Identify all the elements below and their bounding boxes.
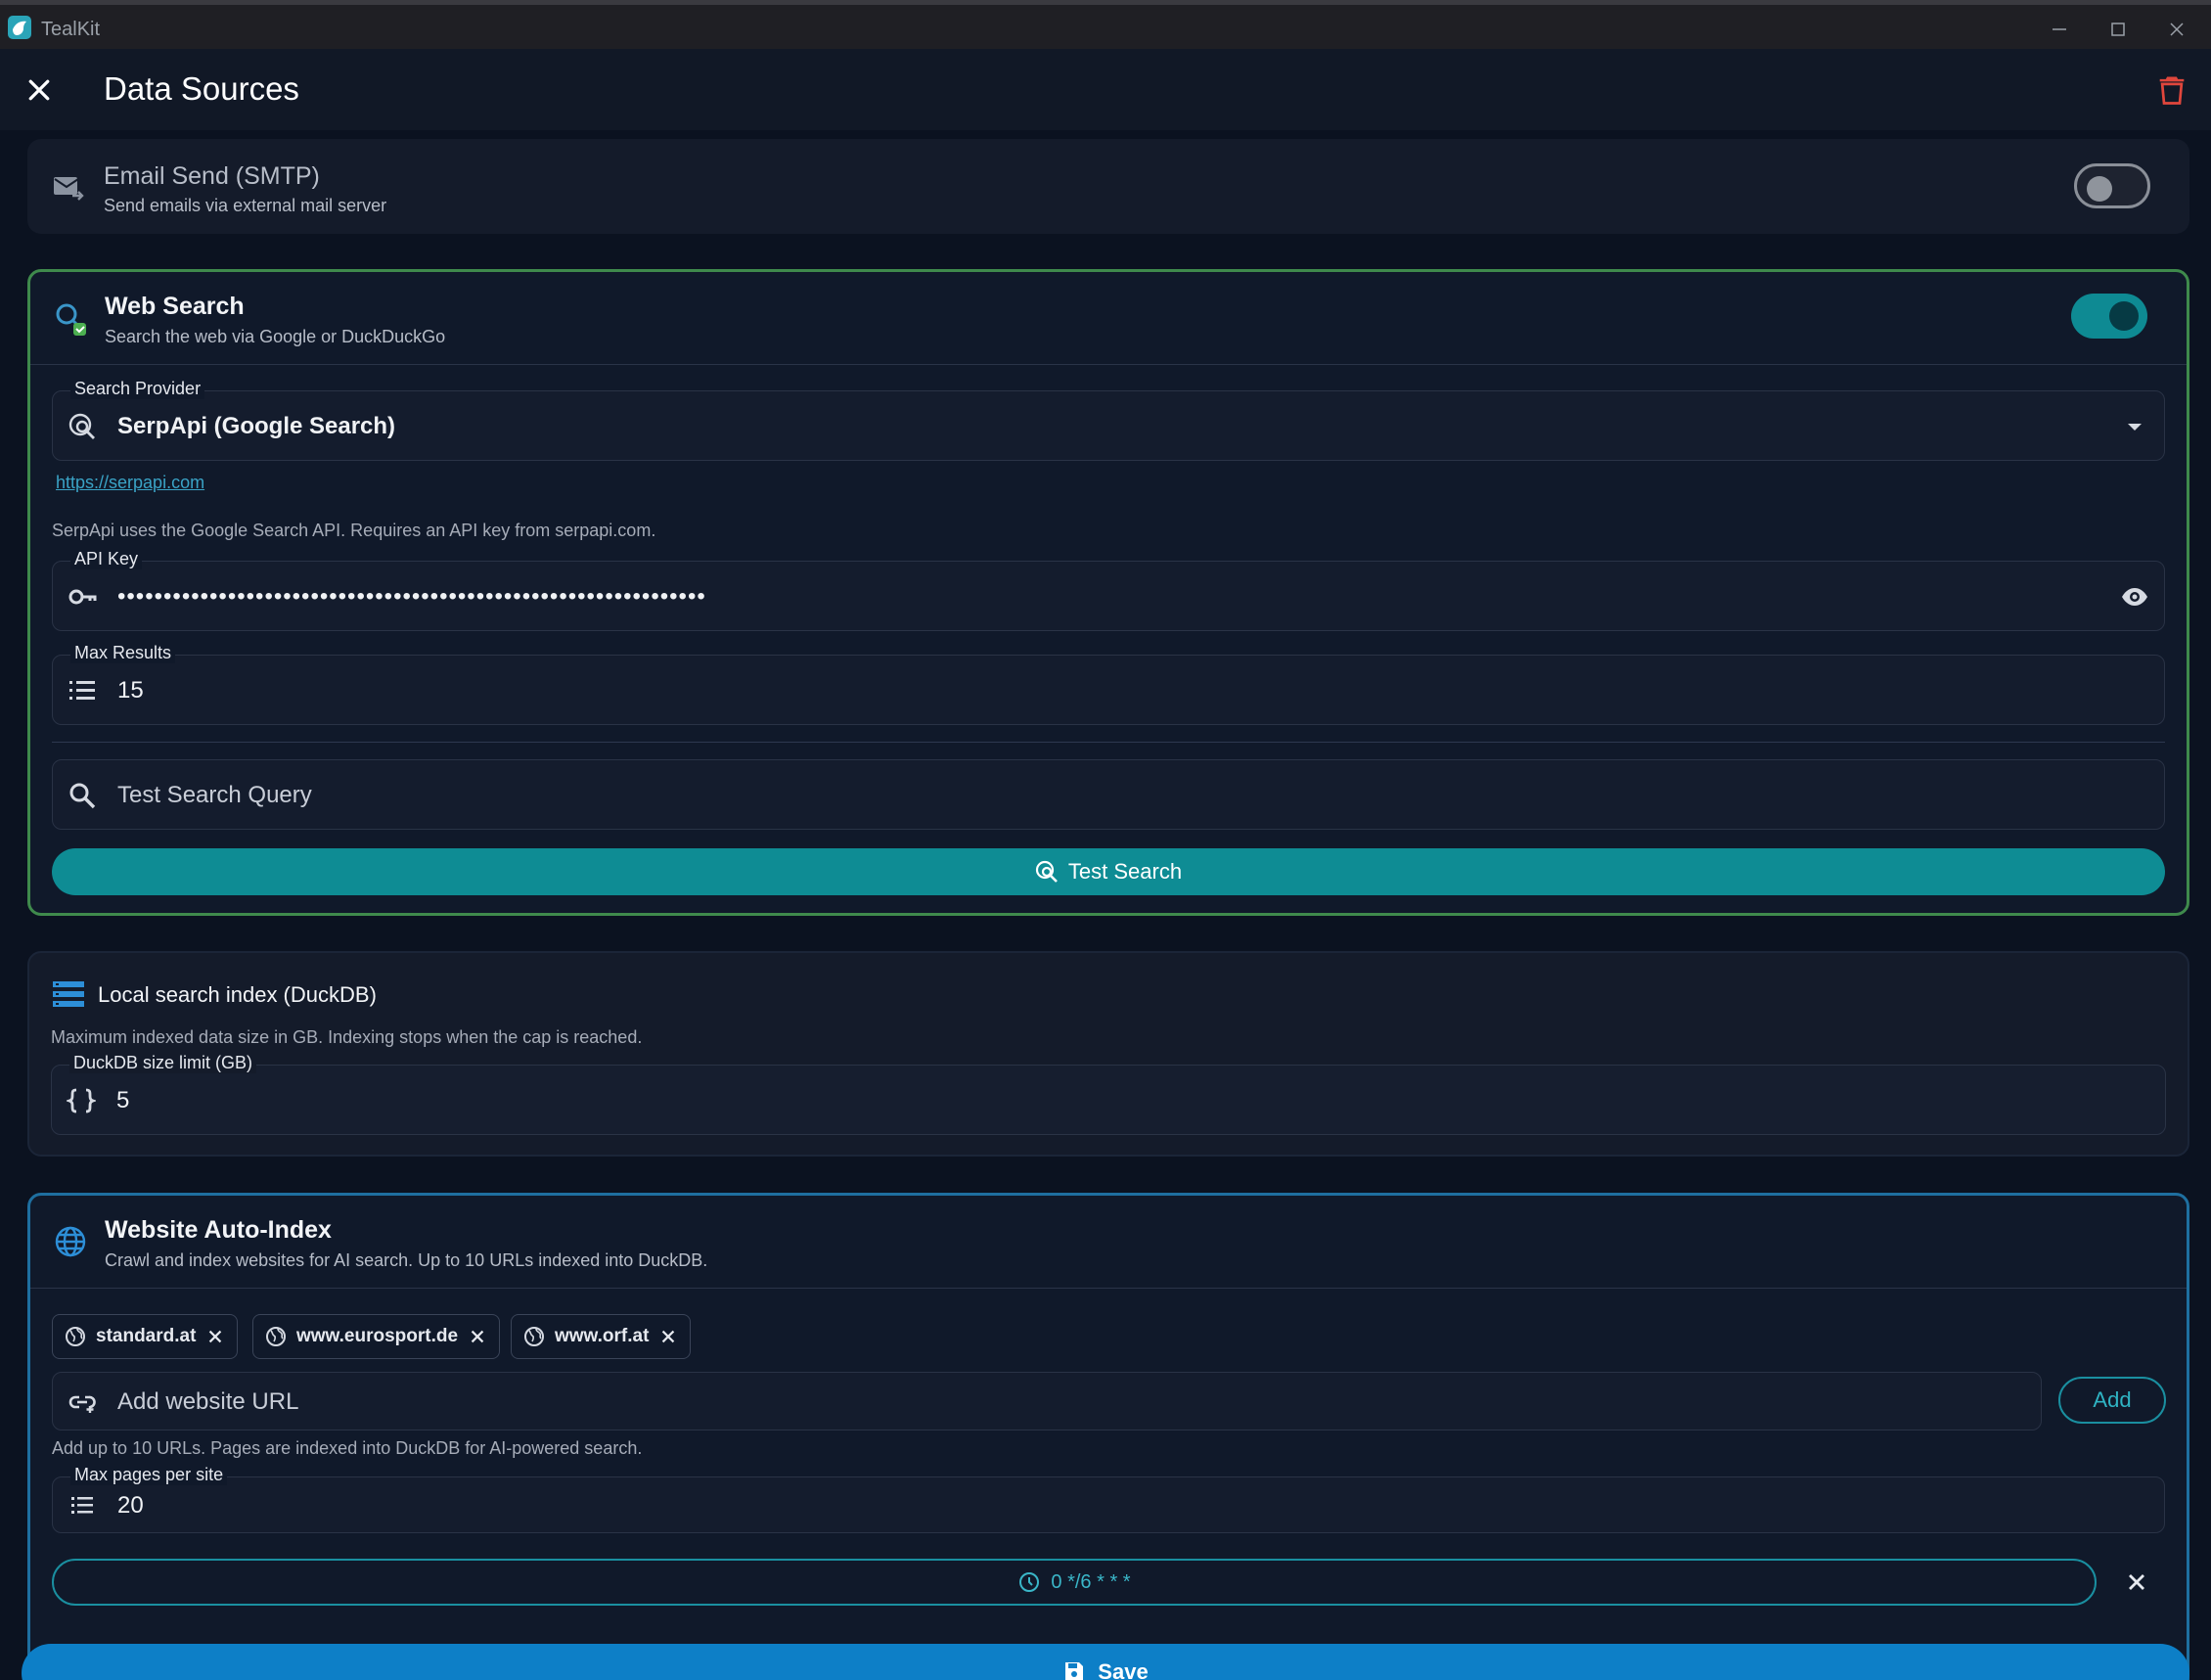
max-pages-value: 20 — [117, 1492, 144, 1519]
web-search-icon — [54, 301, 89, 337]
max-pages-label: Max pages per site — [70, 1465, 228, 1485]
smtp-subtitle: Send emails via external mail server — [104, 196, 387, 215]
duckdb-size-field[interactable]: DuckDB size limit (GB) 5 — [51, 1053, 2166, 1135]
max-results-value: 15 — [117, 677, 144, 704]
duckdb-size-label: DuckDB size limit (GB) — [69, 1053, 257, 1073]
travel-explore-icon — [67, 411, 98, 442]
max-results-field[interactable]: Max Results 15 — [52, 643, 2165, 725]
app-logo-icon — [8, 16, 31, 39]
auto-index-subtitle: Crawl and index websites for AI search. … — [105, 1250, 708, 1270]
website-url-input[interactable]: Add website URL — [52, 1372, 2042, 1430]
test-search-button[interactable]: Test Search — [52, 848, 2165, 895]
minimize-icon[interactable] — [2035, 13, 2084, 46]
auto-index-title: Website Auto-Index — [105, 1216, 332, 1244]
save-icon — [1065, 1662, 1084, 1680]
website-auto-index-card: Website Auto-Index Crawl and index websi… — [27, 1193, 2189, 1680]
language-globe-icon — [54, 1225, 87, 1258]
maximize-icon[interactable] — [2094, 13, 2143, 46]
clear-schedule-icon[interactable] — [2123, 1568, 2150, 1596]
travel-explore-icon — [1035, 860, 1058, 883]
close-icon — [28, 79, 50, 101]
window-title: TealKit — [41, 19, 101, 40]
key-icon — [67, 581, 98, 613]
divider — [52, 742, 2165, 743]
window-titlebar: TealKit — [0, 0, 2211, 49]
add-url-label: Add — [2093, 1387, 2132, 1412]
test-search-label: Test Search — [1067, 859, 1183, 884]
add-url-button[interactable]: Add — [2058, 1377, 2166, 1424]
search-provider-select[interactable]: Search Provider SerpApi (Google Search) — [52, 379, 2165, 461]
max-pages-field[interactable]: Max pages per site 20 — [52, 1465, 2165, 1533]
add-link-icon — [67, 1386, 98, 1418]
search-icon — [67, 780, 98, 811]
list-numbered-icon — [67, 675, 98, 706]
api-key-value: ••••••••••••••••••••••••••••••••••••••••… — [117, 583, 706, 610]
window-close-icon[interactable] — [2152, 13, 2201, 46]
divider — [30, 1288, 2187, 1289]
site-chip[interactable]: standard.at — [52, 1314, 239, 1359]
site-chip-label: www.eurosport.de — [296, 1326, 459, 1346]
save-button[interactable]: Save — [22, 1644, 2189, 1680]
smtp-title: Email Send (SMTP) — [104, 162, 320, 190]
duckdb-size-value: 5 — [116, 1087, 130, 1113]
site-chip[interactable]: www.eurosport.de — [252, 1314, 501, 1359]
site-chip-label: standard.at — [96, 1326, 197, 1346]
url-help-text: Add up to 10 URLs. Pages are indexed int… — [52, 1438, 643, 1458]
test-query-placeholder: Test Search Query — [117, 782, 312, 808]
api-key-label: API Key — [70, 549, 143, 569]
duckdb-title: Local search index (DuckDB) — [98, 982, 377, 1007]
data-object-icon — [66, 1085, 97, 1116]
list-numbered-icon — [67, 1490, 98, 1521]
smtp-card: Email Send (SMTP) Send emails via extern… — [27, 139, 2189, 234]
duckdb-card: Local search index (DuckDB) Maximum inde… — [27, 951, 2189, 1157]
search-provider-label: Search Provider — [70, 379, 205, 399]
test-query-input[interactable]: Test Search Query — [52, 759, 2165, 830]
remove-chip-icon[interactable] — [205, 1327, 225, 1346]
provider-link[interactable]: https://serpapi.com — [56, 473, 204, 493]
max-results-label: Max Results — [70, 643, 176, 663]
cron-schedule-button[interactable]: 0 */6 * * * — [52, 1559, 2097, 1606]
dropdown-arrow-icon — [2119, 411, 2150, 442]
duckdb-help-text: Maximum indexed data size in GB. Indexin… — [51, 1027, 643, 1047]
delete-button[interactable] — [2154, 72, 2189, 108]
trash-icon — [2159, 76, 2185, 105]
search-provider-value: SerpApi (Google Search) — [117, 413, 396, 439]
app-header: Data Sources — [0, 49, 2211, 130]
api-key-field[interactable]: API Key ••••••••••••••••••••••••••••••••… — [52, 549, 2165, 631]
divider — [30, 364, 2187, 365]
remove-chip-icon[interactable] — [658, 1327, 678, 1346]
site-chip-label: www.orf.at — [555, 1326, 650, 1346]
mail-send-icon — [53, 174, 86, 204]
schedule-clock-icon — [1019, 1572, 1040, 1592]
provider-help-text: SerpApi uses the Google Search API. Requ… — [52, 521, 656, 540]
web-search-title: Web Search — [105, 293, 245, 320]
website-url-placeholder: Add website URL — [117, 1388, 299, 1415]
cron-schedule-value: 0 */6 * * * — [1051, 1570, 1131, 1593]
public-globe-icon — [266, 1327, 286, 1346]
public-globe-icon — [524, 1327, 544, 1346]
web-search-card: Web Search Search the web via Google or … — [27, 269, 2189, 916]
remove-chip-icon[interactable] — [468, 1327, 487, 1346]
save-label: Save — [1098, 1659, 1149, 1680]
smtp-toggle[interactable] — [2074, 163, 2150, 208]
storage-icon — [53, 980, 84, 1008]
web-search-subtitle: Search the web via Google or DuckDuckGo — [105, 327, 446, 346]
public-globe-icon — [66, 1327, 85, 1346]
visibility-icon[interactable] — [2119, 581, 2150, 613]
page-title: Data Sources — [104, 70, 299, 107]
close-button[interactable] — [20, 70, 59, 110]
web-search-toggle[interactable] — [2071, 294, 2147, 339]
site-chip[interactable]: www.orf.at — [511, 1314, 692, 1359]
